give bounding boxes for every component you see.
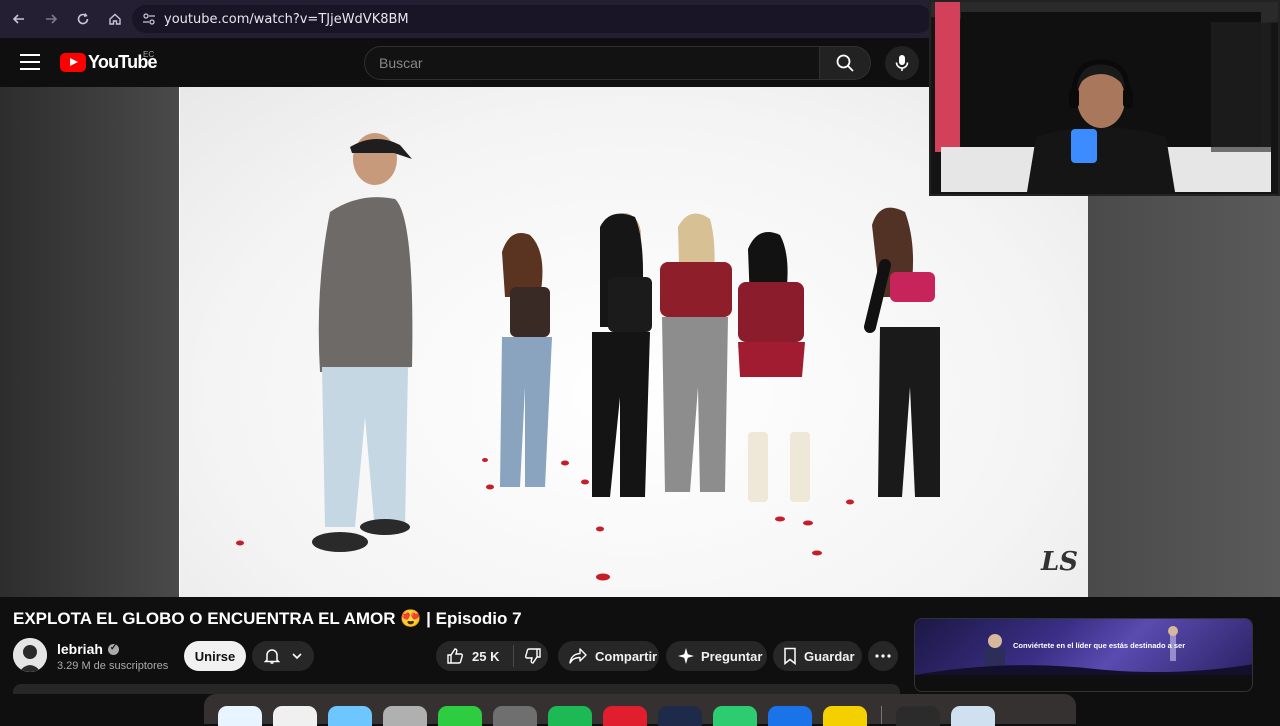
reload-icon[interactable] [68,4,98,34]
person-woman-2 [592,213,652,497]
dock-app-icon[interactable] [273,706,317,726]
share-icon [569,648,587,664]
ask-button[interactable]: Preguntar [666,641,767,671]
dock-app-icon[interactable] [896,706,940,726]
thumbs-down-icon [525,648,542,664]
dock-app-icon[interactable] [713,706,757,726]
more-actions-button[interactable] [868,641,898,671]
site-settings-icon[interactable] [142,12,156,26]
dislike-button[interactable] [514,647,542,665]
dock-app-icon[interactable] [493,706,537,726]
person-woman-4 [738,232,810,502]
bookmark-icon [784,647,796,665]
sparkle-icon [678,648,694,664]
voice-search-button[interactable] [885,46,919,80]
thumbs-up-icon [447,648,463,664]
verified-badge-icon [107,642,119,655]
notifications-button[interactable] [252,641,314,671]
search-button[interactable] [819,46,871,80]
dock-app-icon[interactable] [603,706,647,726]
like-count: 25 K [472,648,500,664]
search-box [364,46,820,80]
join-button[interactable]: Unirse [184,641,246,671]
url-text: youtube.com/watch?v=TJjeWdVK8BM [164,11,409,27]
home-icon[interactable] [100,4,130,34]
person-woman-1 [500,233,552,487]
channel-name[interactable]: lebriah [57,641,119,657]
youtube-logo[interactable]: YouTube EC [60,50,158,73]
subscriber-count: 3.29 M de suscriptores [57,660,169,672]
like-button[interactable]: 25 K [436,641,499,671]
country-code: EC [143,50,155,59]
dock-app-icon[interactable] [951,706,995,726]
description-box[interactable] [13,684,900,694]
dock-app-icon[interactable] [768,706,812,726]
microphone-icon [895,55,909,71]
channel-avatar[interactable] [13,638,47,672]
channel-name-text[interactable]: lebriah [57,641,103,657]
search-icon [836,54,854,72]
dock-app-icon[interactable] [658,706,702,726]
share-label: Compartir [595,648,658,664]
back-icon[interactable] [4,4,34,34]
webcam-overlay [929,0,1280,196]
dock-separator [881,706,882,724]
webcam-scene [931,2,1278,194]
dock-app-icon[interactable] [328,706,372,726]
share-button[interactable]: Compartir [558,641,659,671]
address-bar[interactable]: youtube.com/watch?v=TJjeWdVK8BM [132,5,932,33]
dock-app-icon[interactable] [548,706,592,726]
bell-icon [263,649,280,664]
dock-app-icon[interactable] [383,706,427,726]
ad-panel[interactable]: Conviértete en el líder que estás destin… [914,618,1253,692]
person-man [312,133,413,552]
person-woman-3 [660,213,732,492]
chevron-down-icon [292,653,302,660]
more-horizontal-icon [875,654,891,658]
youtube-play-icon [60,53,86,72]
dock-app-icon[interactable] [438,706,482,726]
save-button[interactable]: Guardar [773,641,862,671]
ask-label: Preguntar [701,648,763,664]
search-input[interactable] [365,47,819,79]
dock-app-icon[interactable] [823,706,867,726]
forward-icon[interactable] [36,4,66,34]
dock-app-icon[interactable] [218,706,262,726]
ad-headline: Conviértete en el líder que estás destin… [1013,641,1186,650]
channel-watermark: LS [1040,547,1078,577]
hamburger-menu-icon[interactable] [20,54,40,70]
video-title: EXPLOTA EL GLOBO O ENCUENTRA EL AMOR 😍 |… [13,609,522,628]
save-label: Guardar [804,648,855,664]
like-dislike-group: 25 K [436,641,548,671]
person-woman-5 [864,207,940,497]
